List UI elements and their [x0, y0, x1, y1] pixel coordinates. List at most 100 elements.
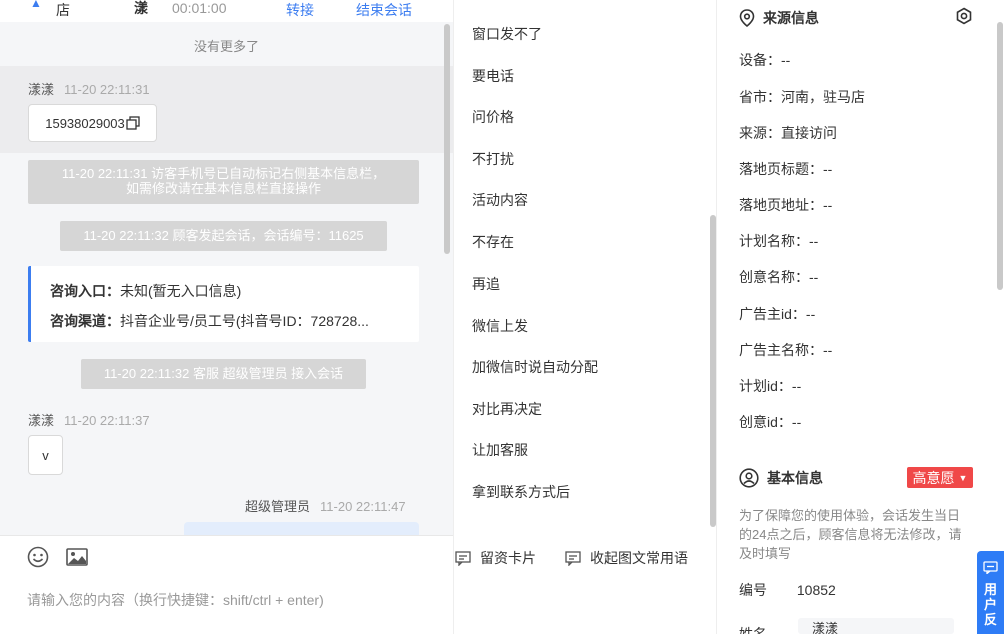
field-label: 省市： [739, 89, 781, 105]
feedback-label: 户 [983, 597, 997, 612]
phrase-item[interactable]: 再追 [472, 274, 500, 294]
basic-info-header: 基本信息 [739, 468, 823, 488]
quick-phrases-panel: 窗口发不了 要电话 问价格 不打扰 活动内容 不存在 再追 微信上发 加微信时说… [453, 0, 717, 634]
info-notice: 为了保障您的使用体验，会话发生当日的24点之后，顾客信息将无法修改，请及时填写 [739, 508, 962, 561]
field-value: -- [823, 342, 833, 358]
field-value: -- [809, 233, 819, 249]
field-value: -- [791, 378, 802, 394]
field-value: -- [781, 52, 791, 68]
field-label: 创意id： [739, 414, 792, 430]
field-value: 直接访问 [781, 125, 837, 141]
customer-info-panel: 来源信息 设备：-- 省市：河南，驻马店 来源：直接访问 落地页标题：-- 落地… [717, 0, 1004, 634]
field-province-city: 省市：河南，驻马店 [739, 87, 865, 107]
chat-scrollbar[interactable] [444, 24, 450, 254]
field-value: -- [805, 306, 816, 322]
phrase-item[interactable]: 不存在 [472, 232, 514, 252]
header-icon: ▲ [30, 0, 42, 10]
location-pin-icon [739, 9, 755, 27]
collapse-phrases-button[interactable]: 收起图文常用语 [565, 548, 688, 568]
settings-icon[interactable] [955, 7, 973, 25]
transfer-button[interactable]: 转接 [286, 0, 314, 20]
agent-name: 超级管理员 [245, 499, 311, 514]
phrase-item[interactable]: 拿到联系方式后 [472, 482, 570, 502]
field-label: 编号 [739, 582, 767, 598]
message-sender: 漾漾 11-20 22:11:37 [28, 410, 150, 429]
consult-info-card: 咨询入口：未知(暂无入口信息) 咨询渠道：抖音企业号/员工号(抖音号ID：728… [28, 266, 419, 342]
field-value: 10852 [796, 582, 836, 598]
caret-down-icon: ▼ [958, 472, 968, 483]
feedback-icon [983, 561, 998, 574]
visitor-label: 漾 [134, 0, 148, 16]
input-area[interactable]: 请输入您的内容（换行快捷键：shift/ctrl + enter) [0, 535, 453, 634]
field-label: 计划名称： [739, 233, 809, 249]
field-creative-name: 创意名称：-- [739, 267, 818, 287]
feedback-label: 反 [983, 612, 997, 627]
system-message-start: 11-20 22:11:32 顾客发起会话，会话编号：11625 [60, 221, 387, 251]
field-advertiser-name: 广告主名称：-- [739, 340, 832, 360]
end-session-button[interactable]: 结束会话 [356, 0, 412, 20]
field-plan-id: 计划id：-- [739, 376, 801, 396]
chat-header: ▲ 店 漾 00:01:00 转接 结束会话 [0, 0, 453, 22]
phrase-item[interactable]: 要电话 [472, 66, 514, 86]
message-bubble: v [28, 435, 63, 475]
message-time: 11-20 22:11:31 [64, 82, 150, 97]
field-plan-name: 计划名称：-- [739, 231, 818, 251]
name-value: 漾漾 [812, 621, 839, 634]
field-label: 广告主id： [739, 306, 806, 322]
emoji-icon[interactable] [27, 546, 49, 568]
field-device: 设备：-- [739, 50, 790, 70]
field-advertiser-id: 广告主id：-- [739, 304, 815, 324]
field-creative-id: 创意id：-- [739, 412, 801, 432]
lead-card-button[interactable]: 留资卡片 [455, 548, 536, 568]
phrase-item[interactable]: 让加客服 [472, 440, 528, 460]
field-number: 编号 10852 [739, 580, 836, 600]
message-sender: 漾漾 11-20 22:11:31 [28, 79, 150, 98]
message-list[interactable]: 没有更多了 漾漾 11-20 22:11:31 15938029003 11-20… [0, 22, 453, 535]
session-timer: 00:01:00 [172, 0, 227, 16]
phrase-item[interactable]: 微信上发 [472, 316, 528, 336]
no-more-text: 没有更多了 [193, 39, 259, 54]
message-icon [565, 550, 581, 566]
image-icon[interactable] [66, 546, 88, 568]
user-feedback-tab[interactable]: 用 户 反 [977, 551, 1004, 634]
field-label: 广告主名称： [739, 342, 823, 358]
copy-icon[interactable] [126, 116, 140, 130]
phrase-item[interactable]: 窗口发不了 [472, 24, 542, 44]
system-message-agent: 11-20 22:11:32 客服 超级管理员 接入会话 [81, 359, 366, 389]
channel-value: 抖音企业号/员工号(抖音号ID：728728... [120, 313, 369, 329]
field-landing-title: 落地页标题：-- [739, 159, 832, 179]
sender-name: 漾漾 [28, 82, 55, 97]
channel-label: 咨询渠道： [50, 313, 120, 329]
phrase-item[interactable]: 活动内容 [472, 190, 528, 210]
system-text: 11-20 22:11:31 访客手机号已自动标记右侧基本信息栏， [61, 166, 386, 181]
phrase-item[interactable]: 对比再决定 [472, 399, 542, 419]
phrases-scrollbar[interactable] [710, 215, 716, 527]
intent-level-dropdown[interactable]: 高意愿 ▼ [907, 467, 973, 488]
message-bubble: 15938029003 [28, 104, 157, 142]
phrase-item[interactable]: 问价格 [472, 107, 514, 127]
field-landing-url: 落地页地址：-- [739, 195, 832, 215]
message-input[interactable]: 请输入您的内容（换行快捷键：shift/ctrl + enter) [27, 590, 324, 610]
info-scrollbar[interactable] [997, 22, 1003, 290]
message-time: 11-20 22:11:47 [320, 499, 406, 514]
entry-label: 咨询入口： [50, 283, 120, 299]
field-value: -- [791, 414, 802, 430]
phrase-item[interactable]: 加微信时说自动分配 [472, 357, 598, 377]
store-label: 店 [56, 2, 70, 18]
field-label: 计划id： [739, 378, 792, 394]
field-value: -- [823, 161, 833, 177]
field-value: -- [823, 197, 833, 213]
phrase-item[interactable]: 不打扰 [472, 149, 514, 169]
basic-info-title: 基本信息 [767, 470, 823, 486]
field-label: 落地页标题： [739, 161, 823, 177]
card-icon [455, 550, 471, 566]
message-time: 11-20 22:11:37 [64, 413, 150, 428]
field-label: 落地页地址： [739, 197, 823, 213]
field-label: 设备： [739, 52, 781, 68]
chat-panel: ▲ 店 漾 00:01:00 转接 结束会话 没有更多了 漾漾 11-20 22:… [0, 0, 453, 634]
agent-sender: 超级管理员 11-20 22:11:47 [245, 496, 406, 515]
feedback-label: 用 [983, 582, 997, 597]
name-input[interactable]: 漾漾 [798, 618, 954, 634]
lead-card-label: 留资卡片 [480, 550, 536, 566]
field-label: 来源： [739, 125, 781, 141]
